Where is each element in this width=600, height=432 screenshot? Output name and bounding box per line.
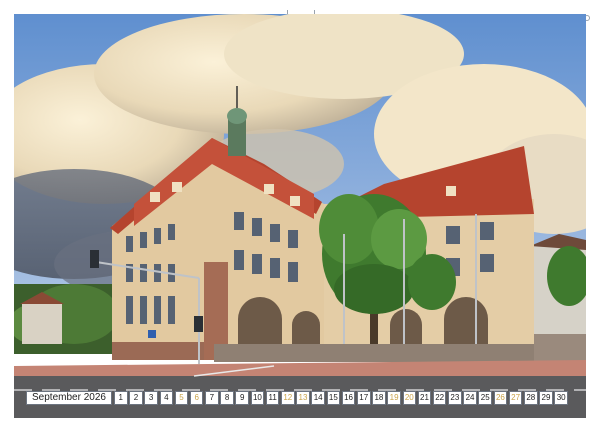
day-cell: 29 bbox=[539, 391, 553, 405]
day-cell: 4 bbox=[159, 391, 174, 405]
day-cell: 14 bbox=[311, 391, 325, 405]
day-cell: 7 bbox=[205, 391, 219, 405]
day-cell: 24 bbox=[463, 391, 477, 405]
day-cell: 21 bbox=[417, 391, 432, 405]
day-cell: 10 bbox=[250, 391, 265, 405]
day-cell: 5 bbox=[174, 391, 189, 405]
day-cell: 25 bbox=[478, 391, 493, 405]
day-cell: 9 bbox=[235, 391, 250, 405]
day-cell: 13 bbox=[296, 391, 310, 405]
day-cell: 19 bbox=[387, 391, 401, 405]
day-cell: 18 bbox=[372, 391, 386, 405]
day-cell: 16 bbox=[341, 391, 356, 405]
day-cell: 22 bbox=[432, 391, 447, 405]
day-cell: 8 bbox=[220, 391, 234, 405]
day-row: 1 2 3 4 5 6 7 8 9 10 11 12 13 14 15 16 17 18 19 20 21 22 23 24 2… bbox=[113, 391, 570, 405]
day-cell: 12 bbox=[281, 391, 295, 405]
day-cell: 17 bbox=[356, 391, 371, 405]
day-cell: 30 bbox=[554, 391, 568, 405]
day-cell: 20 bbox=[402, 391, 417, 405]
town-hall-photo bbox=[14, 14, 586, 418]
day-cell: 3 bbox=[144, 391, 158, 405]
day-cell: 28 bbox=[524, 391, 538, 405]
day-cell: 1 bbox=[113, 391, 128, 405]
calendar-photo bbox=[14, 14, 586, 418]
day-cell: 11 bbox=[265, 391, 280, 405]
day-cell: 2 bbox=[129, 391, 143, 405]
day-cell: 15 bbox=[326, 391, 341, 405]
traffic-light bbox=[90, 250, 99, 268]
day-cell: 6 bbox=[189, 391, 204, 405]
day-cell: 26 bbox=[493, 391, 508, 405]
month-label: September 2026 bbox=[26, 391, 112, 405]
steps bbox=[214, 344, 534, 362]
day-cell: 23 bbox=[448, 391, 462, 405]
calendar-strip: September 2026 1 2 3 4 5 6 7 8 9 10 11 12 13 14 15 16 17… bbox=[26, 390, 570, 406]
day-cell: 27 bbox=[508, 391, 523, 405]
